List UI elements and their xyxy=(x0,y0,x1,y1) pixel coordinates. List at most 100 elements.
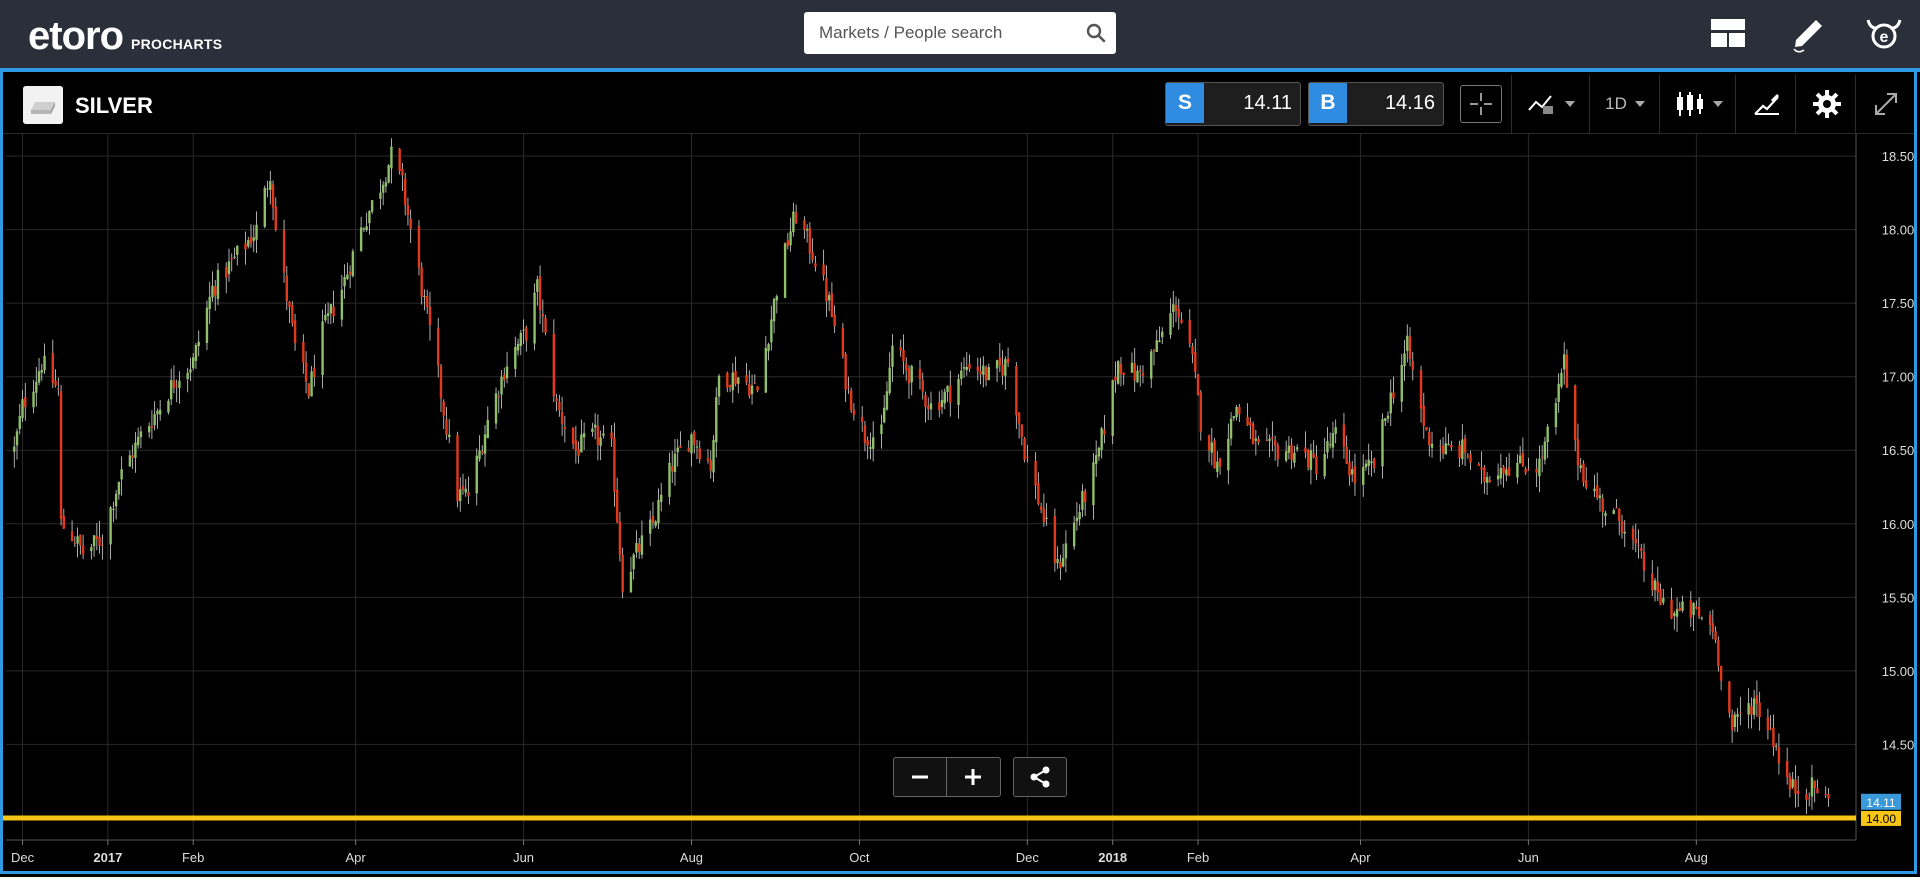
candle xyxy=(748,370,751,399)
candle xyxy=(1653,577,1657,602)
candle xyxy=(428,291,432,341)
etoro-logo[interactable]: etoro PROCHARTS xyxy=(28,8,222,56)
candle-body xyxy=(1689,600,1693,618)
candle xyxy=(833,305,836,334)
candle-body xyxy=(167,400,170,413)
candle xyxy=(1042,493,1046,527)
candle xyxy=(640,520,644,559)
candle-body xyxy=(1392,392,1395,399)
candle xyxy=(610,425,613,447)
candle xyxy=(1381,413,1384,479)
candle-body xyxy=(770,319,773,343)
candle xyxy=(869,432,872,460)
candle xyxy=(1306,448,1310,471)
candle-body xyxy=(767,344,770,352)
y-tick-label: 17.00 xyxy=(1882,370,1914,385)
candle xyxy=(348,265,352,289)
candle-body xyxy=(962,366,966,369)
candle xyxy=(456,431,459,508)
candle-body xyxy=(1334,427,1337,434)
sell-button[interactable]: S 14.11 xyxy=(1165,82,1301,126)
candle-body xyxy=(987,367,991,381)
candle xyxy=(1348,449,1351,486)
candle xyxy=(1813,780,1816,803)
edit-button[interactable] xyxy=(1786,12,1830,54)
zoom-in-button[interactable] xyxy=(946,758,999,796)
toolbar-divider xyxy=(1511,75,1512,133)
candle xyxy=(1213,437,1216,469)
candle-body xyxy=(326,313,330,316)
candle xyxy=(1400,353,1403,413)
candle xyxy=(420,262,423,305)
candle-body xyxy=(37,371,41,383)
candle-body xyxy=(1015,366,1018,416)
candle-body xyxy=(822,264,825,276)
candle xyxy=(885,381,889,411)
crosshair-button[interactable] xyxy=(1459,75,1503,133)
candle xyxy=(381,181,385,206)
candle-body xyxy=(329,304,333,314)
candle xyxy=(998,343,1002,373)
settings-button[interactable] xyxy=(1803,75,1851,133)
candle-body xyxy=(693,431,696,446)
candle-body xyxy=(211,285,214,298)
buy-button[interactable]: B 14.16 xyxy=(1308,82,1444,126)
candle-body xyxy=(591,428,594,432)
candle xyxy=(982,356,985,388)
zoom-out-button[interactable] xyxy=(894,758,946,796)
search-icon[interactable] xyxy=(1086,23,1106,43)
x-tick-label: Jun xyxy=(1518,850,1539,865)
candle-body xyxy=(1097,447,1101,457)
candle-body xyxy=(825,277,828,302)
share-button[interactable] xyxy=(1013,757,1067,797)
candle xyxy=(147,422,151,438)
gear-icon xyxy=(1813,90,1841,118)
fullscreen-button[interactable] xyxy=(1861,75,1911,133)
layout-button[interactable] xyxy=(1706,12,1750,54)
interval-selector[interactable]: 1D xyxy=(1595,75,1655,133)
candle xyxy=(192,352,195,371)
candle-body xyxy=(1403,353,1406,367)
candle-body xyxy=(365,226,368,231)
candle-body xyxy=(1507,467,1511,476)
candle xyxy=(1585,467,1588,490)
candle xyxy=(1447,433,1450,446)
candle-body xyxy=(216,269,220,299)
candle-body xyxy=(263,188,266,227)
candle-body xyxy=(660,494,663,502)
indicators-button[interactable] xyxy=(1519,75,1583,133)
candle xyxy=(346,262,349,280)
y-tick-label: 15.50 xyxy=(1882,590,1914,605)
candle xyxy=(1692,602,1695,632)
chart-type-button[interactable] xyxy=(1667,75,1731,133)
candle-body xyxy=(62,515,66,529)
candle xyxy=(1730,709,1734,743)
candle-body xyxy=(1739,712,1742,714)
last-price-label: 14.11 xyxy=(1866,796,1895,810)
candle xyxy=(1130,352,1134,373)
search-input[interactable] xyxy=(804,12,1089,54)
profile-button[interactable]: e xyxy=(1862,12,1906,54)
candle xyxy=(731,363,734,403)
candle xyxy=(505,351,509,384)
candle-body xyxy=(885,391,889,410)
candle-body xyxy=(420,267,423,297)
candle-body xyxy=(101,545,104,547)
candle-body xyxy=(324,314,327,321)
candle-body xyxy=(1345,446,1348,464)
candle-body xyxy=(1618,508,1621,522)
candle xyxy=(596,414,600,461)
interval-value: 1D xyxy=(1605,94,1627,113)
candle xyxy=(1805,788,1808,814)
candle xyxy=(101,534,104,560)
crosshair-icon xyxy=(1470,93,1492,115)
candle xyxy=(1540,445,1544,473)
toolbar-divider xyxy=(1855,75,1856,133)
candle-body xyxy=(866,440,869,446)
candle xyxy=(767,342,770,361)
candle xyxy=(1689,591,1693,627)
x-tick-label: Apr xyxy=(1350,850,1371,865)
drawing-tools-button[interactable] xyxy=(1743,75,1791,133)
candle-body xyxy=(1736,714,1739,717)
buy-label: B xyxy=(1309,83,1347,123)
